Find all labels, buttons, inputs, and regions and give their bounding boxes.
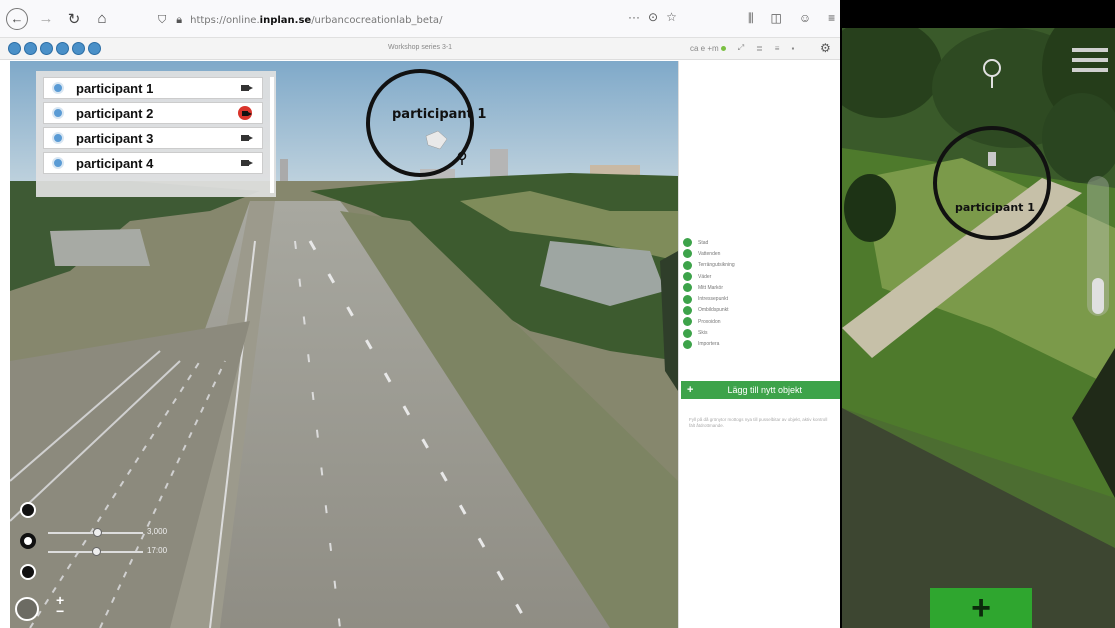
gear-icon[interactable]: ⚙: [820, 41, 831, 55]
location-icon[interactable]: [20, 502, 36, 518]
pocket-icon[interactable]: ⊙: [648, 10, 658, 24]
annotation-label: participant 1: [392, 107, 487, 122]
object-item[interactable]: Terrängutsikning: [683, 260, 735, 271]
video-camera-icon[interactable]: [238, 158, 253, 168]
view-control-icon[interactable]: [20, 564, 36, 580]
object-type-icon: [683, 249, 692, 259]
compass-icon[interactable]: [15, 597, 39, 621]
status-text: ca e +m: [690, 44, 726, 53]
time-value: 17:00: [147, 546, 168, 555]
browser-window: ← → ↻ ⌂ ⛉ 🔒︎ https://online.inplan.se/ur…: [0, 0, 841, 628]
annotation-circle: [366, 69, 474, 177]
reload-icon[interactable]: ↻: [62, 7, 86, 31]
object-panel: Stad Vattenden Terrängutsikning Väder Mi…: [678, 61, 841, 628]
object-list: Stad Vattenden Terrängutsikning Väder Mi…: [683, 237, 735, 350]
url-field[interactable]: ⛉ 🔒︎ https://online.inplan.se/urbancocre…: [158, 8, 694, 32]
zoom-controls[interactable]: + −: [56, 593, 64, 618]
mode-button-icon[interactable]: [8, 42, 21, 55]
app-toolbar-actions: ca e +m ⤢ ≣ ≡ ▪: [690, 43, 794, 53]
object-item[interactable]: Ombildspunkt: [683, 305, 735, 316]
video-camera-icon[interactable]: [238, 83, 253, 93]
mobile-scene-render: [842, 28, 1115, 628]
mode-button-icon[interactable]: [56, 42, 69, 55]
url-text: https://online.inplan.se/urbancocreation…: [190, 14, 443, 26]
map-3d-view[interactable]: participant 1 participant 2 participant …: [10, 61, 678, 628]
plus-icon: +: [687, 384, 694, 396]
participant-row[interactable]: participant 2: [43, 102, 263, 124]
shield-icon: ⛉: [158, 13, 167, 26]
participant-name: participant 2: [76, 105, 154, 121]
object-type-icon: [683, 328, 692, 338]
mode-button-icon[interactable]: [88, 42, 101, 55]
chat-icon[interactable]: ▪: [791, 44, 794, 53]
video-camera-icon[interactable]: [238, 133, 253, 143]
object-panel-note: Fyll på då grönytor mottogs nya till pus…: [689, 417, 828, 428]
url-actions: ··· ⊙ ☆: [628, 10, 677, 24]
browser-tools: ⫼ ◫ ☺ ≡: [748, 11, 835, 26]
list-icon[interactable]: ≣: [756, 44, 763, 53]
bookmark-star-icon[interactable]: ☆: [666, 10, 677, 24]
object-item[interactable]: Intressepunkt: [683, 293, 735, 304]
mode-button-icon[interactable]: [40, 42, 53, 55]
participant-name: participant 1: [76, 80, 154, 96]
library-icon[interactable]: ⫼: [748, 11, 754, 26]
slider-knob[interactable]: [93, 528, 102, 537]
user-icon: [52, 157, 64, 169]
participant-row[interactable]: participant 3: [43, 127, 263, 149]
object-type-icon: [683, 260, 692, 270]
time-control-icon[interactable]: [20, 533, 36, 549]
menu-icon[interactable]: ≡: [828, 11, 835, 26]
page-actions-icon[interactable]: ···: [628, 10, 640, 24]
list-scrollbar[interactable]: [270, 77, 274, 193]
object-item[interactable]: Stad: [683, 237, 735, 248]
workshop-title: Workshop series 3-1: [388, 44, 453, 51]
participant-list: participant 1 participant 2 participant …: [36, 71, 276, 197]
lock-icon: 🔒︎: [176, 13, 183, 26]
mode-button-icon[interactable]: [24, 42, 37, 55]
plus-icon: +: [971, 588, 991, 627]
mobile-view[interactable]: participant 1 +: [840, 0, 1115, 628]
participant-name: participant 4: [76, 155, 154, 171]
browser-toolbar: ← → ↻ ⌂ ⛉ 🔒︎ https://online.inplan.se/ur…: [0, 0, 840, 38]
object-type-icon: [683, 294, 692, 304]
object-item[interactable]: Väder: [683, 271, 735, 282]
add-object-button[interactable]: + Lägg till nytt objekt: [681, 381, 841, 399]
object-type-icon: [683, 283, 692, 293]
app-toolbar: Workshop series 3-1 ca e +m ⤢ ≣ ≡ ▪ ⚙: [0, 38, 840, 60]
time-slider[interactable]: [48, 547, 143, 556]
distance-slider[interactable]: [48, 528, 143, 537]
home-icon[interactable]: ⌂: [90, 7, 114, 31]
add-object-label: Lägg till nytt objekt: [727, 385, 802, 395]
mode-buttons: [8, 42, 101, 55]
sidebar-icon[interactable]: ◫: [771, 11, 782, 26]
object-type-icon: [683, 238, 692, 248]
back-arrow-icon[interactable]: ←: [6, 7, 28, 30]
user-icon: [52, 107, 64, 119]
object-type-icon: [683, 272, 692, 282]
user-icon: [52, 132, 64, 144]
object-item[interactable]: Proxoidon: [683, 316, 735, 327]
participant-row[interactable]: participant 1: [43, 77, 263, 99]
layers-icon[interactable]: ≡: [775, 44, 780, 53]
expand-icon[interactable]: ⤢: [738, 43, 744, 53]
status-dot: [720, 45, 726, 51]
video-camera-active-icon[interactable]: [238, 106, 252, 120]
participant-name: participant 3: [76, 130, 154, 146]
account-icon[interactable]: ☺: [799, 11, 811, 26]
object-item[interactable]: Skis: [683, 327, 735, 338]
object-type-icon: [683, 339, 692, 349]
object-type-icon: [683, 317, 692, 327]
user-icon: [52, 82, 64, 94]
object-type-icon: [683, 305, 692, 315]
forward-arrow-icon[interactable]: →: [34, 7, 58, 31]
mobile-annotation-label: participant 1: [955, 201, 1035, 214]
participant-row[interactable]: participant 4: [43, 152, 263, 174]
object-item[interactable]: Vattenden: [683, 248, 735, 259]
slider-knob[interactable]: [92, 547, 101, 556]
distance-value: 3,000: [147, 527, 168, 536]
object-item[interactable]: Mitt Markör: [683, 282, 735, 293]
object-item[interactable]: Importera: [683, 339, 735, 350]
mode-button-icon[interactable]: [72, 42, 85, 55]
mobile-add-button[interactable]: +: [930, 588, 1032, 628]
